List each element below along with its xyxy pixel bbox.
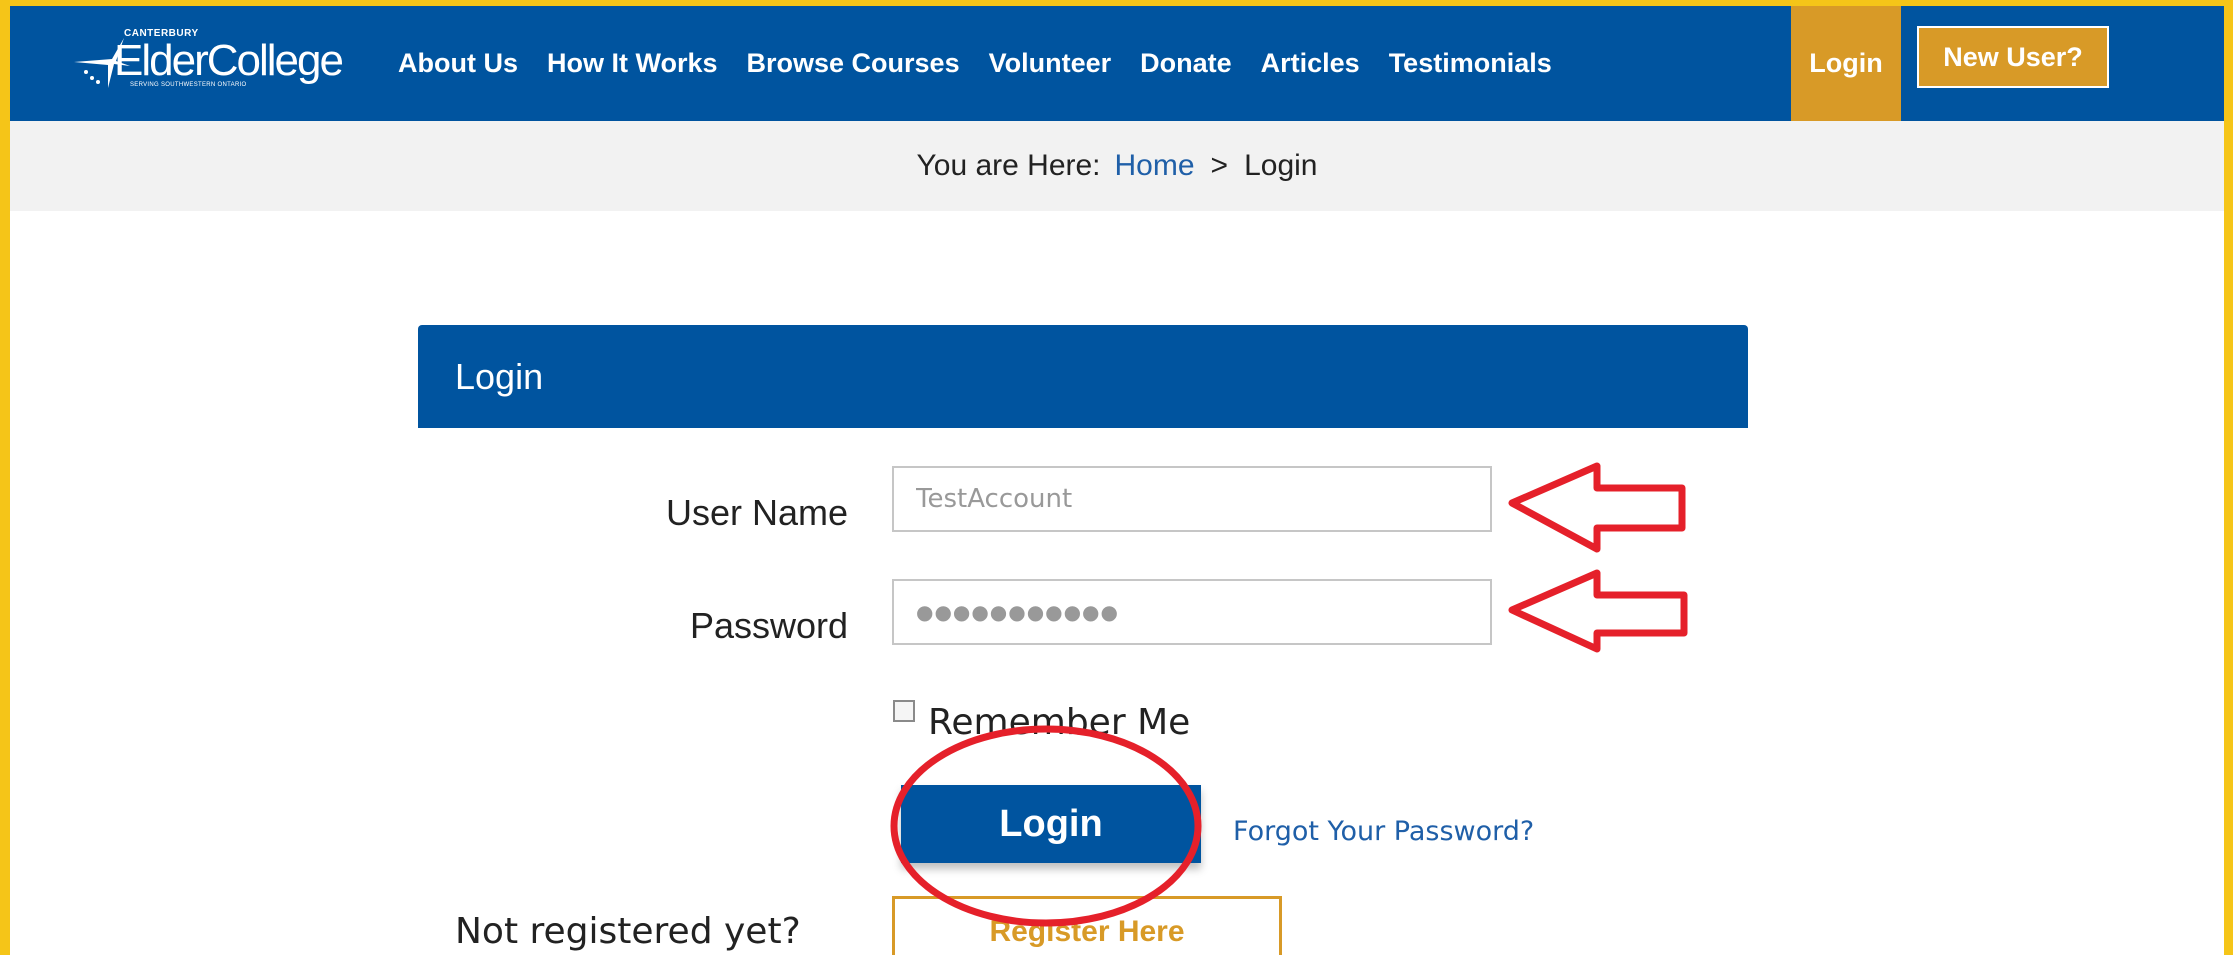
not-registered-label: Not registered yet?: [455, 911, 801, 952]
remember-me-label[interactable]: Remember Me: [928, 702, 1190, 743]
nav-how-it-works[interactable]: How It Works: [547, 48, 718, 79]
password-input[interactable]: ●●●●●●●●●●●: [892, 579, 1492, 645]
main-nav: About Us How It Works Browse Courses Vol…: [398, 6, 1581, 121]
breadcrumb-prefix: You are Here:: [916, 149, 1101, 182]
nav-login-button[interactable]: Login: [1791, 6, 1901, 121]
forgot-password-link[interactable]: Forgot Your Password?: [1233, 816, 1534, 847]
nav-about-us[interactable]: About Us: [398, 48, 518, 79]
breadcrumb-home-link[interactable]: Home: [1115, 149, 1195, 183]
username-label: User Name: [665, 492, 848, 533]
nav-donate[interactable]: Donate: [1140, 48, 1232, 79]
login-panel-title: Login: [455, 356, 544, 397]
logo-sub-text: SERVING SOUTHWESTERN ONTARIO: [130, 82, 247, 88]
nav-new-user-button[interactable]: New User?: [1917, 26, 2109, 88]
remember-me-checkbox[interactable]: [893, 700, 915, 722]
site-logo[interactable]: CANTERBURY ElderCollege SERVING SOUTHWES…: [72, 20, 372, 102]
page-frame: CANTERBURY ElderCollege SERVING SOUTHWES…: [10, 6, 2224, 955]
login-submit-button[interactable]: Login: [901, 785, 1201, 863]
password-arrow-icon: [1508, 569, 1688, 653]
password-label: Password: [689, 605, 848, 646]
register-here-button[interactable]: Register Here: [892, 896, 1282, 955]
breadcrumb-separator: >: [1210, 149, 1229, 182]
nav-volunteer[interactable]: Volunteer: [989, 48, 1112, 79]
breadcrumb-current: Login: [1244, 149, 1318, 182]
nav-testimonials[interactable]: Testimonials: [1389, 48, 1552, 79]
username-arrow-icon: [1508, 462, 1686, 553]
login-panel-header: Login: [418, 325, 1748, 428]
nav-articles[interactable]: Articles: [1261, 48, 1360, 79]
nav-browse-courses[interactable]: Browse Courses: [747, 48, 960, 79]
logo-main-text: ElderCollege: [114, 36, 344, 85]
username-input[interactable]: [892, 466, 1492, 532]
breadcrumb: You are Here: Home > Login: [10, 121, 2224, 211]
top-navbar: CANTERBURY ElderCollege SERVING SOUTHWES…: [10, 6, 2224, 121]
